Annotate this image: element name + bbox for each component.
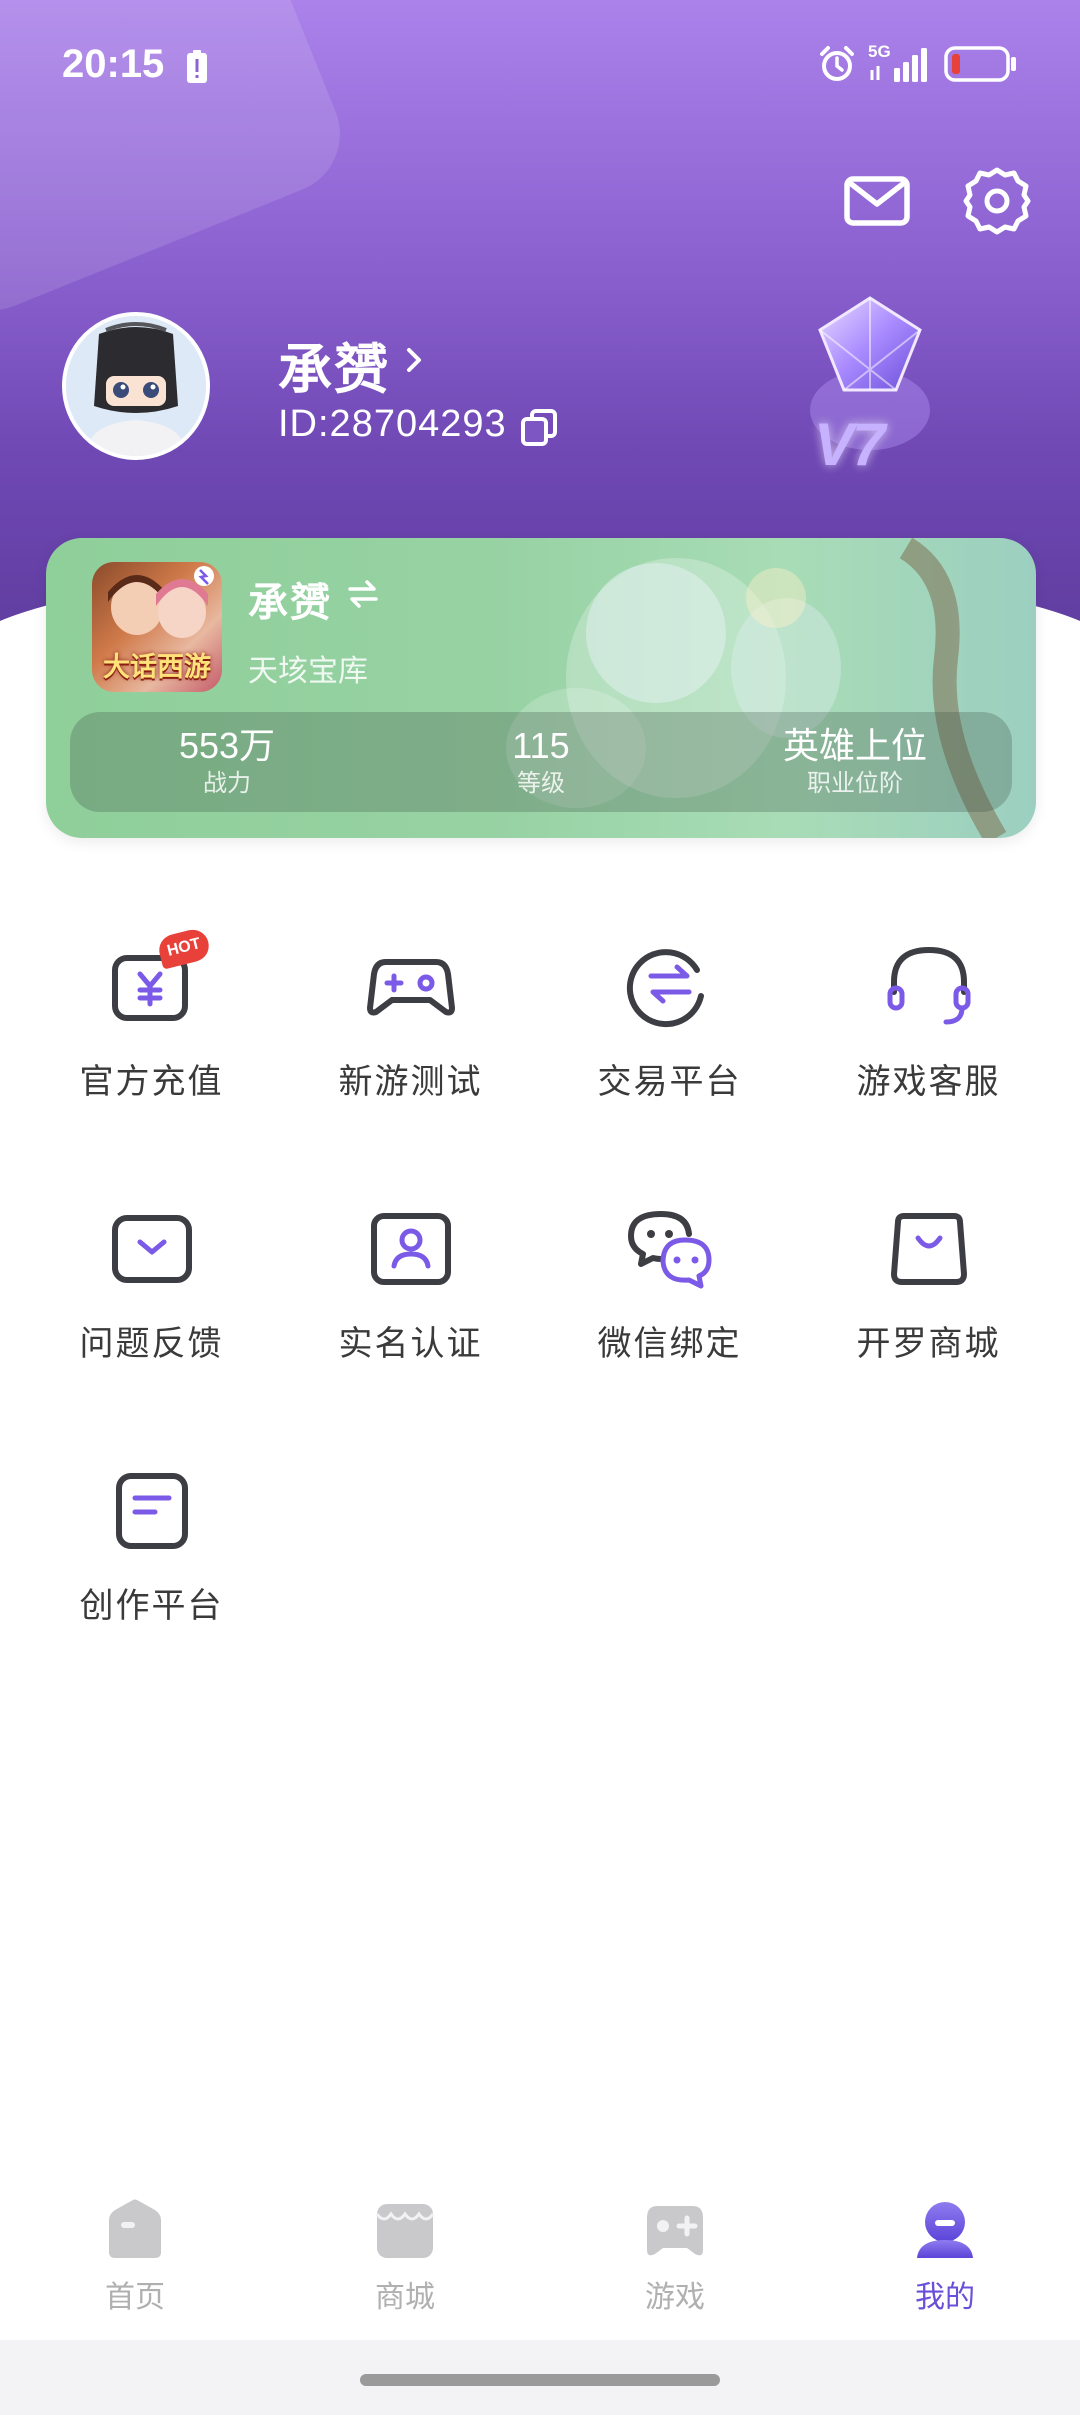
store-icon [375, 2204, 435, 2258]
chevron-right-icon[interactable] [403, 342, 427, 378]
game-icon [647, 2206, 703, 2256]
nav-label: 我的 [915, 2281, 975, 2314]
home-indicator[interactable] [360, 2374, 720, 2386]
nav-home[interactable]: 首页 [0, 2170, 270, 2340]
menu-feedback[interactable]: 问题反馈 [22, 1202, 281, 1464]
service-grid: HOT 官方充值 新游测试 交易平台 游戏客服 问题反馈 实名认证 微信绑定 开… [22, 926, 1058, 1726]
stat-value: 英雄上位 [782, 725, 927, 766]
server-name: 天垓宝库 [248, 655, 368, 688]
avatar-image [66, 316, 206, 456]
menu-label: 实名认证 [338, 1325, 483, 1363]
menu-kairo-store[interactable]: 开罗商城 [799, 1202, 1058, 1464]
menu-label: 新游测试 [338, 1063, 483, 1101]
stat-level: 115 等级 [384, 712, 698, 812]
game-role-card[interactable]: 大话西游 承赟 天垓宝库 553万 战力 115 等级 英雄上位 职业位阶 [46, 538, 1036, 838]
menu-label: 官方充值 [79, 1063, 224, 1101]
stat-label: 等级 [517, 770, 565, 797]
grid-row: HOT 官方充值 新游测试 交易平台 游戏客服 [22, 926, 1058, 1202]
nav-label: 首页 [105, 2281, 165, 2314]
stat-label: 战力 [203, 770, 251, 797]
profile-icon [917, 2202, 973, 2258]
role-stats: 553万 战力 115 等级 英雄上位 职业位阶 [70, 712, 1012, 812]
shopping-bag-icon [890, 1213, 967, 1285]
grid-row: 创作平台 [22, 1464, 1058, 1726]
mail-icon[interactable] [842, 166, 912, 236]
menu-label: 创作平台 [79, 1587, 224, 1625]
stat-power: 553万 战力 [70, 712, 384, 812]
copy-icon[interactable] [520, 408, 558, 446]
battery-alert-icon [187, 50, 207, 83]
menu-label: 交易平台 [597, 1063, 742, 1101]
bottom-navigation: 首页 商城 游戏 我的 [0, 2170, 1080, 2340]
menu-label: 游戏客服 [856, 1063, 1001, 1101]
menu-label: 微信绑定 [597, 1325, 742, 1363]
menu-customer-service[interactable]: 游戏客服 [799, 940, 1058, 1202]
nav-label: 游戏 [645, 2281, 705, 2314]
gesture-area [0, 2340, 1080, 2415]
home-icon [109, 2199, 161, 2258]
status-icons: 5G [818, 42, 1018, 84]
menu-trade-platform[interactable]: 交易平台 [540, 940, 799, 1202]
signal-indicator: 5G [868, 42, 932, 84]
trade-icon [626, 949, 704, 1028]
feedback-icon [111, 1215, 192, 1283]
status-bar: 20:15 5G [0, 0, 1080, 130]
stat-value: 115 [512, 725, 570, 766]
settings-icon[interactable] [962, 166, 1032, 236]
gamepad-icon [366, 959, 455, 1016]
signal-icon [870, 48, 927, 82]
nav-mine[interactable]: 我的 [810, 2170, 1080, 2340]
grid-row: 问题反馈 实名认证 微信绑定 开罗商城 [22, 1202, 1058, 1464]
stat-label: 职业位阶 [807, 770, 903, 797]
game-logo-text: 大话西游 [103, 652, 211, 683]
game-logo: 大话西游 [92, 562, 222, 692]
battery-low-icon [944, 46, 1016, 82]
avatar[interactable] [62, 312, 210, 460]
nav-games[interactable]: 游戏 [540, 2170, 810, 2340]
menu-creator-platform[interactable]: 创作平台 [22, 1464, 281, 1726]
id-card-icon [370, 1213, 451, 1285]
wechat-icon [627, 1211, 711, 1289]
document-icon [115, 1473, 188, 1549]
menu-label: 问题反馈 [79, 1325, 224, 1363]
menu-wechat-bind[interactable]: 微信绑定 [540, 1202, 799, 1464]
nav-label: 商城 [375, 2281, 435, 2314]
menu-label: 开罗商城 [856, 1325, 1001, 1363]
switch-role-icon[interactable] [346, 578, 380, 610]
username[interactable]: 承赟 [278, 325, 390, 404]
headset-icon [887, 946, 970, 1025]
nav-store[interactable]: 商城 [270, 2170, 540, 2340]
vip-level: V7 [814, 411, 885, 478]
role-name: 承赟 [248, 581, 332, 625]
status-time: 20:15 [62, 42, 165, 86]
user-id: ID:28704293 [278, 403, 507, 445]
stat-value: 553万 [178, 725, 276, 766]
menu-recharge[interactable]: HOT 官方充值 [22, 926, 281, 1202]
stat-rank: 英雄上位 职业位阶 [698, 712, 1012, 812]
menu-real-name[interactable]: 实名认证 [281, 1202, 540, 1464]
alarm-icon [820, 46, 854, 81]
menu-new-game-test[interactable]: 新游测试 [281, 940, 540, 1202]
